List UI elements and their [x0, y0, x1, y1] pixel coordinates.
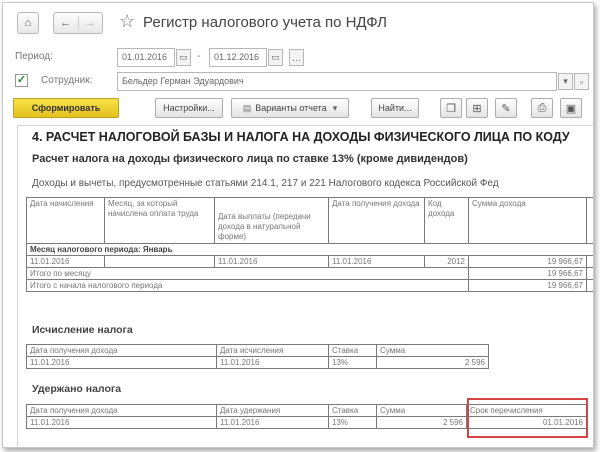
- total-month-label: Итого по месяцу: [26, 267, 469, 280]
- printer-icon: ⎙: [537, 101, 547, 114]
- table-cell: 11.01.2016: [328, 255, 425, 268]
- table-cell: [586, 267, 593, 280]
- highlight-frame: [467, 398, 588, 438]
- table-cell: [586, 255, 593, 268]
- more-icon: …: [292, 52, 301, 63]
- header-cell: Дата удержания: [216, 404, 329, 417]
- table-row: Итого по месяцу 19 966,67: [26, 267, 593, 280]
- report-variants-button[interactable]: ▤ Варианты отчета ▾: [231, 98, 349, 118]
- date-from-calendar-button[interactable]: ▭: [176, 49, 191, 66]
- income-description: Доходы и вычеты, предусмотренные статьям…: [32, 178, 499, 189]
- header-cell: [586, 197, 593, 244]
- table-cell: [104, 255, 215, 268]
- report-section-title: 4. РАСЧЕТ НАЛОГОВОЙ БАЗЫ И НАЛОГА НА ДОХ…: [32, 130, 570, 144]
- open-icon: ▫: [579, 76, 584, 87]
- table-cell: 11.01.2016: [26, 416, 217, 429]
- header-cell: Дата получения дохода: [328, 197, 425, 244]
- header-cell: Сумма: [376, 404, 467, 417]
- date-to-calendar-button[interactable]: ▭: [268, 49, 283, 66]
- month-row-label: Месяц налогового периода: Январь: [26, 243, 593, 256]
- header-cell: Код дохода: [424, 197, 469, 244]
- total-period-label: Итого с начала налогового периода: [26, 279, 469, 292]
- withheld-section-title: Удержано налога: [32, 383, 122, 395]
- edit-icon: ✎: [501, 102, 511, 115]
- table-cell: 13%: [328, 356, 377, 369]
- report-document: 4. РАСЧЕТ НАЛОГОВОЙ БАЗЫ И НАЛОГА НА ДОХ…: [17, 125, 593, 447]
- table-cell: 2012: [424, 255, 469, 268]
- date-to-field[interactable]: 01.12.2016: [209, 48, 267, 67]
- employee-dropdown-button[interactable]: ▾: [558, 73, 573, 90]
- table-row: Итого с начала налогового периода 19 966…: [26, 279, 593, 292]
- expand-icon: ⊞: [472, 102, 482, 115]
- report-subtitle: Расчет налога на доходы физического лица…: [32, 153, 468, 165]
- total-period-value: 19 966,67: [468, 279, 587, 292]
- calendar-icon: ▭: [271, 52, 280, 62]
- star-icon[interactable]: ☆: [119, 11, 135, 32]
- variants-icon: ▤: [242, 102, 252, 113]
- table-cell: 2 596: [376, 416, 467, 429]
- forward-button[interactable]: →: [79, 17, 103, 29]
- title-bar: ⌂ ← → ☆ Регистр налогового учета по НДФЛ: [3, 3, 593, 39]
- table-cell: 11.01.2016: [26, 356, 217, 369]
- home-button[interactable]: ⌂: [17, 12, 39, 34]
- table-cell: 2 596: [376, 356, 489, 369]
- date-from-field[interactable]: 01.01.2016: [117, 48, 175, 67]
- total-month-value: 19 966,67: [468, 267, 587, 280]
- home-icon: ⌂: [24, 17, 32, 29]
- header-cell: Ставка: [328, 344, 377, 357]
- arrow-right-icon: →: [84, 17, 96, 29]
- save-icon: ▣: [565, 102, 577, 115]
- income-header-row: Дата начисления Месяц, за который начисл…: [26, 197, 593, 244]
- header-cell: Дата исчисления: [216, 344, 329, 357]
- settings-button[interactable]: Настройки...: [155, 98, 223, 118]
- table-row: 11.01.2016 11.01.2016 13% 2 596: [26, 356, 489, 369]
- table-cell: 11.01.2016: [214, 255, 329, 268]
- table-cell: 11.01.2016: [26, 255, 105, 268]
- copy-button[interactable]: ❐: [440, 98, 462, 118]
- header-cell: Дата получения дохода: [26, 344, 217, 357]
- employee-label: Сотрудник:: [41, 75, 93, 86]
- calc-header-row: Дата получения дохода Дата исчисления Ст…: [26, 344, 489, 357]
- table-cell: 19 966,67: [468, 255, 587, 268]
- table-cell: 11.01.2016: [216, 416, 329, 429]
- header-cell: Сумма дохода: [468, 197, 587, 244]
- header-cell: Сумма: [376, 344, 489, 357]
- find-button[interactable]: Найти...: [371, 98, 419, 118]
- header-cell: Месяц, за который начислена оплата труда: [104, 197, 215, 244]
- generate-button[interactable]: Сформировать: [13, 98, 119, 118]
- arrow-left-icon: ←: [60, 17, 72, 29]
- expand-button[interactable]: ⊞: [466, 98, 488, 118]
- report-variants-label: Варианты отчета: [255, 103, 327, 113]
- header-cell: Дата начисления: [26, 197, 105, 244]
- period-select-button[interactable]: …: [289, 49, 304, 66]
- header-cell: Ставка: [328, 404, 377, 417]
- table-cell: 13%: [328, 416, 377, 429]
- save-button[interactable]: ▣: [560, 98, 582, 118]
- employee-field[interactable]: Бельдер Герман Эдуардович: [117, 72, 557, 91]
- header-cell: Дата получения дохода: [26, 404, 217, 417]
- chevron-down-icon: ▾: [563, 76, 568, 86]
- report-window: ⌂ ← → ☆ Регистр налогового учета по НДФЛ…: [2, 2, 594, 448]
- table-cell: 11.01.2016: [216, 356, 329, 369]
- date-separator: -: [197, 51, 201, 62]
- table-row: 11.01.2016 11.01.2016 11.01.2016 2012 19…: [26, 255, 593, 268]
- table-row: Месяц налогового периода: Январь: [26, 243, 593, 256]
- back-button[interactable]: ←: [54, 17, 79, 29]
- header-cell: Дата выплаты (передачи дохода в натураль…: [214, 197, 329, 244]
- print-button[interactable]: ⎙: [531, 98, 553, 118]
- chevron-down-icon: ▾: [332, 102, 338, 113]
- table-cell: [586, 279, 593, 292]
- calendar-icon: ▭: [179, 52, 188, 62]
- history-nav: ← →: [53, 12, 103, 34]
- edit-button[interactable]: ✎: [495, 98, 517, 118]
- income-table: Дата начисления Месяц, за который начисл…: [26, 197, 593, 292]
- copy-icon: ❐: [446, 102, 456, 115]
- employee-open-button[interactable]: ▫: [574, 73, 589, 90]
- page-title: Регистр налогового учета по НДФЛ: [143, 14, 387, 31]
- calc-table: Дата получения дохода Дата исчисления Ст…: [26, 344, 489, 369]
- employee-checkbox[interactable]: ✓: [15, 74, 28, 87]
- period-label: Период:: [15, 51, 53, 62]
- calc-section-title: Исчисление налога: [32, 324, 133, 336]
